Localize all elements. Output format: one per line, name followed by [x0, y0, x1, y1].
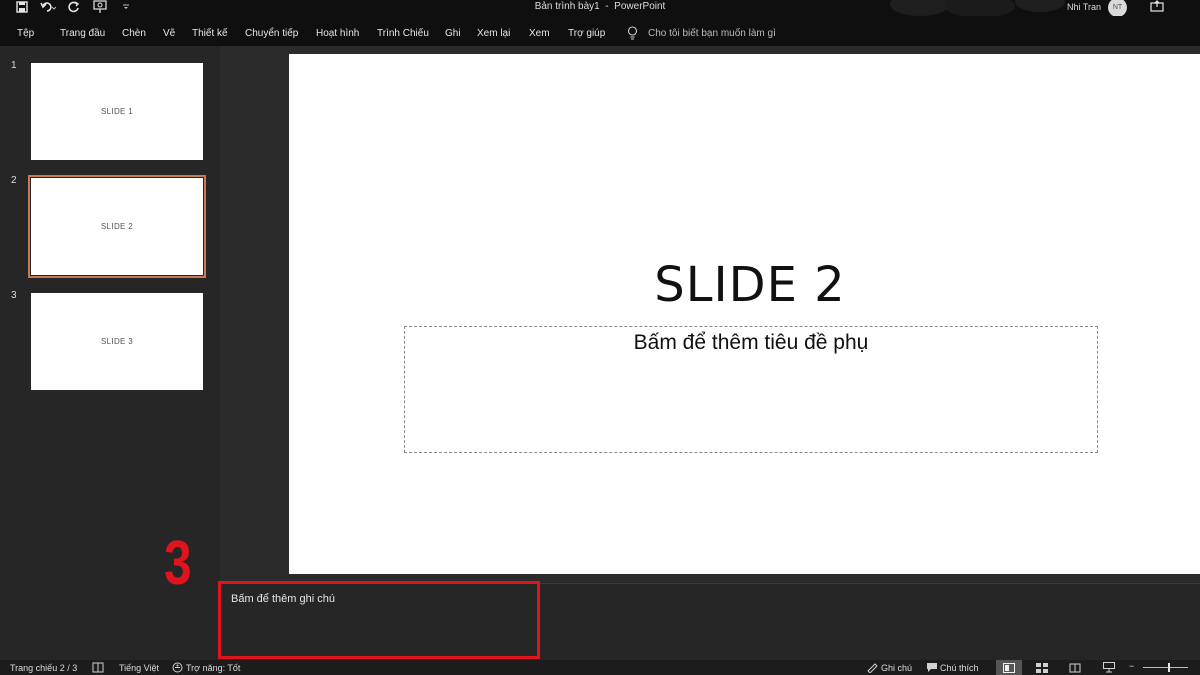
notes-icon[interactable] [866, 662, 878, 673]
annotation-step-number: 3 [164, 529, 192, 598]
lightbulb-icon [627, 26, 638, 40]
notes-toggle-button[interactable]: Ghi chú [881, 663, 912, 673]
annotation-highlight-box [218, 581, 540, 659]
tab-file[interactable]: Tệp [17, 28, 34, 39]
slide-thumbnail-2[interactable]: SLIDE 2 [28, 175, 206, 278]
slide-thumbnail-1[interactable]: SLIDE 1 [31, 63, 203, 160]
tab-insert[interactable]: Chèn [122, 28, 146, 39]
tab-draw[interactable]: Vẽ [163, 28, 175, 39]
comments-toggle-button[interactable]: Chú thích [940, 663, 979, 673]
slide-canvas[interactable]: SLIDE 2 Bấm để thêm tiêu đề phụ [289, 54, 1200, 574]
tab-record[interactable]: Ghi [445, 28, 461, 39]
slide-thumbnail-3[interactable]: SLIDE 3 [31, 293, 203, 390]
slide-counter: Trang chiếu 2 / 3 [10, 663, 78, 673]
subtitle-placeholder[interactable]: Bấm để thêm tiêu đề phụ [404, 326, 1098, 453]
spelling-check-icon[interactable] [92, 662, 104, 673]
ribbon-tab-row: Tệp Trang đầu Chèn Vẽ Thiết kế Chuyển ti… [0, 16, 1200, 46]
thumbnail-number: 1 [11, 60, 17, 71]
title-bar: Bản trình bày1 - PowerPoint Nhi Tran NT [0, 0, 1200, 18]
status-bar: Trang chiếu 2 / 3 Tiếng Việt Trợ năng: T… [0, 660, 1200, 675]
reading-view-icon [1069, 663, 1081, 672]
tab-design[interactable]: Thiết kế [192, 28, 228, 39]
language-indicator[interactable]: Tiếng Việt [119, 663, 159, 673]
zoom-slider-handle[interactable] [1168, 663, 1170, 672]
thumbnail-label: SLIDE 1 [101, 107, 133, 116]
tab-view[interactable]: Xem [529, 28, 550, 39]
thumbnail-label: SLIDE 2 [101, 222, 133, 231]
reading-view-button[interactable] [1062, 660, 1088, 675]
account-name[interactable]: Nhi Tran [1067, 2, 1101, 12]
tab-review[interactable]: Xem lại [477, 28, 510, 39]
tell-me-search[interactable]: Cho tôi biết bạn muốn làm gì [648, 28, 776, 39]
accessibility-status[interactable]: Trợ năng: Tốt [186, 663, 240, 673]
thumbnail-number: 2 [11, 175, 17, 186]
thumbnail-number: 3 [11, 290, 17, 301]
slideshow-icon [1103, 662, 1115, 673]
tab-slideshow[interactable]: Trình Chiếu [377, 28, 429, 39]
slideshow-view-button[interactable] [1096, 660, 1122, 675]
normal-view-button[interactable] [996, 660, 1022, 675]
slide-sorter-icon [1036, 662, 1048, 673]
normal-view-icon [1003, 662, 1015, 673]
tab-animations[interactable]: Hoạt hình [316, 28, 359, 39]
tab-home[interactable]: Trang đầu [60, 28, 105, 39]
thumbnail-label: SLIDE 3 [101, 337, 133, 346]
accessibility-icon[interactable] [171, 662, 184, 673]
comment-icon[interactable] [926, 662, 938, 673]
subtitle-placeholder-text: Bấm để thêm tiêu đề phụ [633, 331, 869, 354]
tab-transitions[interactable]: Chuyển tiếp [245, 28, 298, 39]
tab-help[interactable]: Trợ giúp [568, 28, 605, 39]
zoom-out-button[interactable]: − [1129, 661, 1134, 671]
zoom-slider[interactable] [1143, 667, 1188, 668]
slide-sorter-view-button[interactable] [1029, 660, 1055, 675]
slide-title[interactable]: SLIDE 2 [289, 257, 1200, 313]
share-icon[interactable] [1150, 0, 1164, 12]
avatar[interactable]: NT [1108, 0, 1127, 17]
